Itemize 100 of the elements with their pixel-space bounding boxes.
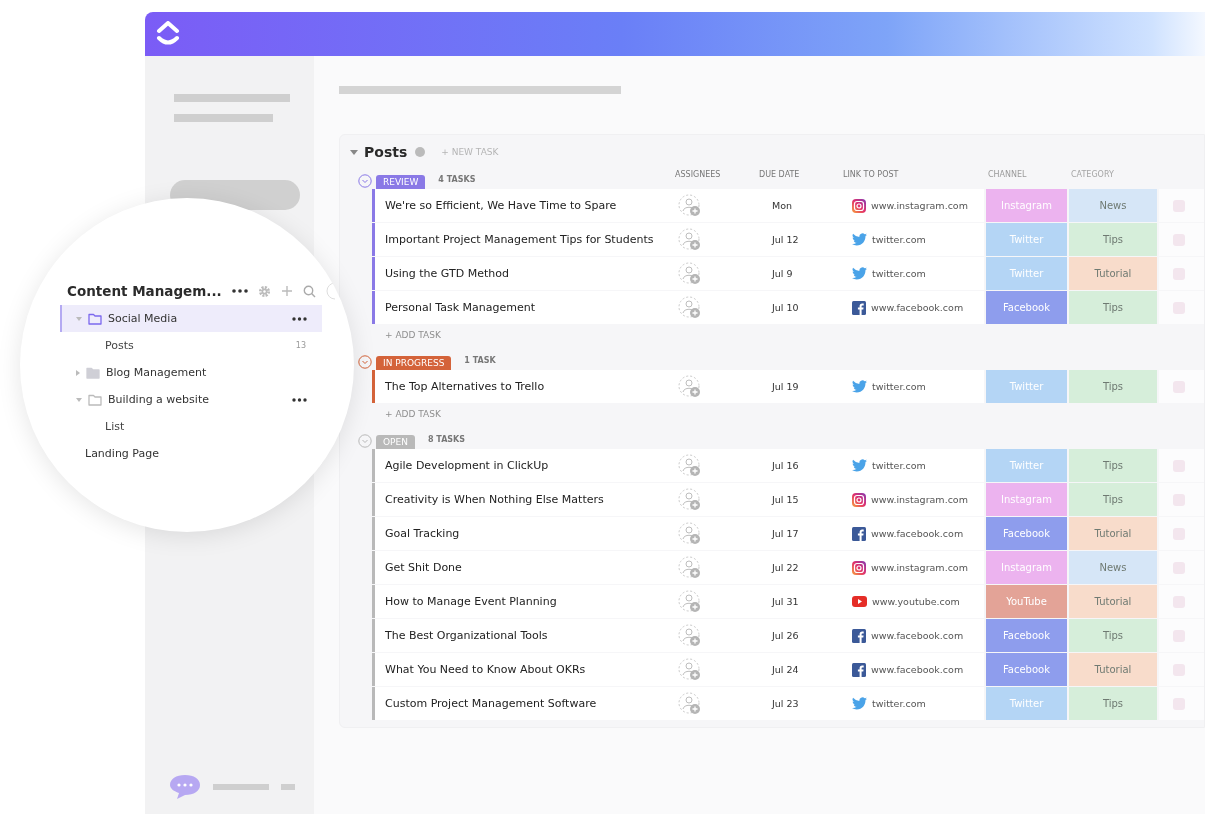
more-icon[interactable] — [292, 316, 307, 321]
category-tag[interactable]: Tips — [1069, 483, 1157, 516]
task-row[interactable]: We're so Efficient, We Have Time to Spare — [372, 189, 672, 222]
due-date: Jul 26 — [757, 619, 847, 652]
status-badge: REVIEW — [376, 175, 426, 189]
column-header: CHANNEL — [988, 170, 1027, 179]
link-text[interactable]: twitter.com — [872, 381, 926, 392]
camera-icon — [852, 492, 866, 507]
category-tag[interactable]: Tutorial — [1069, 257, 1157, 290]
task-title: Creativity is When Nothing Else Matters — [385, 493, 604, 506]
due-date: Jul 16 — [757, 449, 847, 482]
task-title: Personal Task Management — [385, 301, 535, 314]
sidebar-item[interactable]: List — [60, 413, 322, 440]
add-assignee-icon[interactable] — [678, 623, 702, 648]
due-date: Jul 10 — [757, 291, 847, 324]
task-row[interactable]: Creativity is When Nothing Else Matters — [372, 483, 672, 516]
category-tag[interactable]: Tips — [1069, 223, 1157, 256]
category-tag[interactable]: Tutorial — [1069, 585, 1157, 618]
link-text[interactable]: twitter.com — [872, 460, 926, 471]
task-row[interactable]: How to Manage Event Planning — [372, 585, 672, 618]
bird-icon — [852, 380, 867, 393]
item-count: 13 — [295, 341, 306, 350]
settings-icon[interactable] — [257, 284, 271, 298]
category-tag[interactable]: News — [1069, 189, 1157, 222]
more-icon[interactable] — [231, 289, 248, 293]
due-date: Jul 12 — [757, 223, 847, 256]
task-row[interactable]: Agile Development in ClickUp — [372, 449, 672, 482]
due-date: Mon — [757, 189, 847, 222]
due-date: Jul 15 — [757, 483, 847, 516]
category-tag[interactable]: Tips — [1069, 619, 1157, 652]
camera-icon — [852, 560, 866, 575]
task-title: Goal Tracking — [385, 527, 460, 540]
add-assignee-icon[interactable] — [678, 589, 702, 614]
caret-icon[interactable] — [76, 316, 82, 321]
placeholder-bar — [281, 784, 295, 790]
task-row[interactable]: Custom Project Management Software — [372, 687, 672, 720]
task-row[interactable]: Using the GTD Method — [372, 257, 672, 290]
add-assignee-icon[interactable] — [678, 453, 702, 478]
link-text[interactable]: twitter.com — [872, 698, 926, 709]
caret-icon[interactable] — [76, 369, 80, 376]
sidebar-item[interactable]: Posts 13 — [60, 332, 322, 359]
task-row[interactable]: Goal Tracking — [372, 517, 672, 550]
info-icon[interactable] — [415, 147, 426, 157]
category-tag[interactable]: Tutorial — [1069, 653, 1157, 686]
bird-icon — [852, 459, 867, 472]
task-row[interactable]: Important Project Management Tips for Students — [372, 223, 672, 256]
task-title: The Top Alternatives to Trello — [385, 380, 545, 393]
sidebar-item[interactable]: Blog Management — [60, 359, 322, 386]
category-tag[interactable]: News — [1069, 551, 1157, 584]
sidebar-item[interactable]: Building a website — [60, 386, 322, 413]
due-date: Jul 23 — [757, 687, 847, 720]
task-row[interactable]: What You Need to Know About OKRs — [372, 653, 672, 686]
facebook-icon — [852, 628, 866, 643]
bird-icon — [852, 697, 867, 710]
folder-icon — [88, 393, 102, 406]
column-header: CATEGORY — [1071, 170, 1114, 179]
task-title: Important Project Management Tips for Students — [385, 233, 654, 246]
task-row[interactable]: Get Shit Done — [372, 551, 672, 584]
category-tag[interactable]: Tutorial — [1069, 517, 1157, 550]
link-text[interactable]: twitter.com — [872, 268, 926, 279]
caret-icon[interactable] — [76, 397, 82, 402]
task-row[interactable]: The Best Organizational Tools — [372, 619, 672, 652]
add-assignee-icon[interactable] — [678, 657, 702, 682]
add-assignee-icon[interactable] — [678, 691, 702, 716]
list-title: Posts — [364, 144, 408, 160]
bird-icon — [852, 267, 867, 280]
category-tag[interactable]: Tips — [1069, 291, 1157, 324]
facebook-icon — [852, 662, 866, 677]
task-title: The Best Organizational Tools — [385, 629, 548, 642]
camera-icon — [852, 198, 866, 213]
task-count: 8 TASKS — [427, 435, 466, 444]
status-badge: OPEN — [376, 435, 415, 449]
category-tag[interactable]: Tips — [1069, 687, 1157, 720]
add-assignee-icon[interactable] — [678, 261, 702, 286]
add-assignee-icon[interactable] — [678, 521, 702, 546]
chat-icon[interactable] — [169, 774, 201, 800]
add-assignee-icon[interactable] — [678, 227, 702, 252]
column-header: ASSIGNEES — [675, 170, 721, 179]
link-text[interactable]: twitter.com — [872, 234, 926, 245]
task-row[interactable]: The Top Alternatives to Trello — [372, 370, 672, 403]
add-assignee-icon[interactable] — [678, 555, 702, 580]
task-title: Get Shit Done — [385, 561, 462, 574]
task-title: Agile Development in ClickUp — [385, 459, 549, 472]
task-title: Using the GTD Method — [385, 267, 509, 280]
plus-icon[interactable] — [280, 285, 293, 297]
category-tag[interactable]: Tips — [1069, 449, 1157, 482]
task-title: Custom Project Management Software — [385, 697, 597, 710]
add-assignee-icon[interactable] — [678, 487, 702, 512]
folder-icon — [88, 312, 102, 325]
add-assignee-icon[interactable] — [678, 295, 702, 320]
search-icon[interactable] — [302, 284, 316, 298]
more-icon[interactable] — [292, 397, 307, 402]
add-assignee-icon[interactable] — [678, 374, 702, 399]
add-assignee-icon[interactable] — [678, 193, 702, 218]
sidebar-item[interactable]: Social Media — [60, 305, 322, 332]
category-tag[interactable]: Tips — [1069, 370, 1157, 403]
due-date: Jul 24 — [757, 653, 847, 686]
bird-icon — [852, 233, 867, 246]
task-row[interactable]: Personal Task Management — [372, 291, 672, 324]
task-count: 1 TASK — [464, 356, 496, 365]
